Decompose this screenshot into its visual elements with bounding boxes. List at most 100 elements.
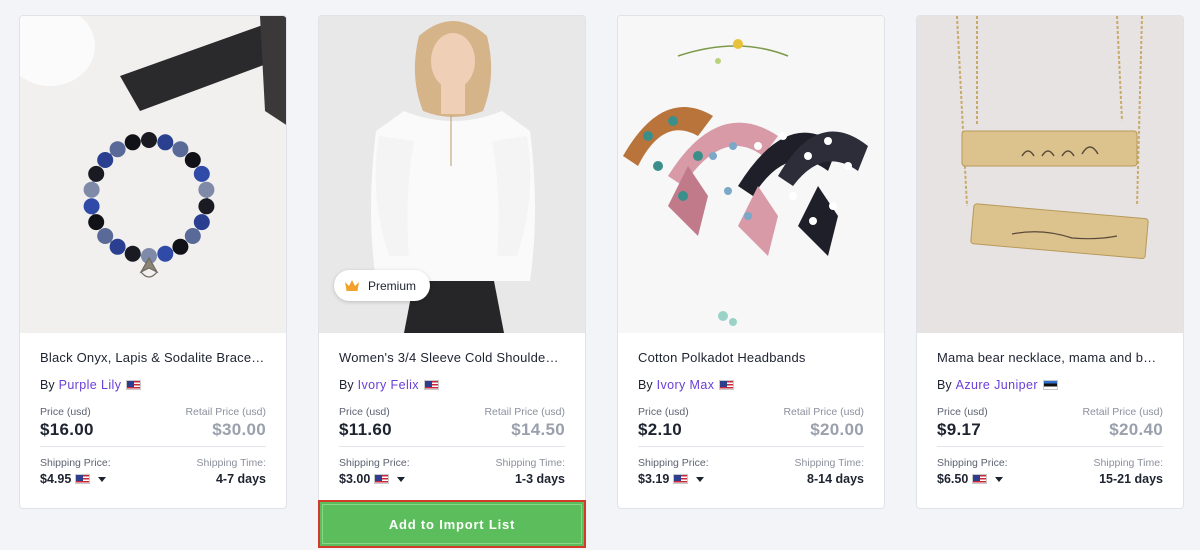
bead [172,238,189,255]
price-label: Price (usd) [40,406,91,418]
divider [937,446,1163,447]
bead [172,141,189,158]
bead [109,141,126,158]
seller-line: By Ivory Max [638,378,864,392]
us-flag-icon [972,474,988,484]
us-flag-icon [75,474,91,484]
divider [339,446,565,447]
shipping-time-value: 1-3 days [514,472,565,486]
bead [193,214,210,231]
retail-price-value: $14.50 [511,420,565,439]
us-flag-icon [126,380,142,390]
bead [184,228,201,244]
product-card[interactable]: Premium Women's 3/4 Sleeve Cold Shoulde…… [318,15,586,509]
shipping-price-label: Shipping Price: [40,457,111,469]
shipping-price-selector[interactable]: $3.00 [339,472,410,486]
shipping-row: Shipping Price: $4.95 Shipping Time: 4-7… [40,457,266,486]
retail-price-label: Retail Price (usd) [185,406,266,418]
us-flag-icon [374,474,390,484]
retail-price-value: $20.00 [810,420,864,439]
price-label: Price (usd) [638,406,689,418]
shipping-time-label: Shipping Time: [196,457,266,469]
shipping-time-value: 4-7 days [215,472,266,486]
product-image-headbands[interactable] [618,16,884,333]
shipping-price-label: Shipping Price: [937,457,1008,469]
shipping-row: Shipping Price: $3.00 Shipping Time: 1-3… [339,457,565,486]
product-title[interactable]: Mama bear necklace, mama and b… [937,350,1163,365]
bead [198,198,215,215]
shipping-time-value: 15-21 days [1099,472,1163,486]
price-row: Price (usd) $16.00 Retail Price (usd) $3… [40,406,266,440]
product-card[interactable]: Black Onyx, Lapis & Sodalite Brace… By P… [19,15,287,509]
price-row: Price (usd) $9.17 Retail Price (usd) $20… [937,406,1163,440]
estonia-flag-icon [1042,380,1058,390]
shipping-time-label: Shipping Time: [1093,457,1163,469]
product-image-bracelet[interactable] [20,16,286,333]
chevron-down-icon[interactable] [995,476,1004,482]
shipping-price-selector[interactable]: $6.50 [937,472,1008,486]
retail-price-label: Retail Price (usd) [1082,406,1163,418]
price-value: $11.60 [339,420,392,439]
divider [40,446,266,447]
bead [198,181,215,198]
shipping-price-selector[interactable]: $3.19 [638,472,709,486]
bead [157,245,174,262]
add-to-import-list-button[interactable]: Add to Import List [318,500,586,548]
seller-link[interactable]: Ivory Felix [358,378,419,392]
shipping-price-label: Shipping Price: [638,457,709,469]
bead [88,214,105,231]
price-label: Price (usd) [339,406,390,418]
seller-line: By Ivory Felix [339,378,565,392]
shipping-row: Shipping Price: $3.19 Shipping Time: 8-1… [638,457,864,486]
seller-line: By Purple Lily [40,378,266,392]
product-image-necklace[interactable] [917,16,1183,333]
shipping-price-label: Shipping Price: [339,457,410,469]
retail-price-label: Retail Price (usd) [783,406,864,418]
shipping-time-label: Shipping Time: [495,457,565,469]
price-row: Price (usd) $11.60 Retail Price (usd) $1… [339,406,565,440]
price-row: Price (usd) $2.10 Retail Price (usd) $20… [638,406,864,440]
bead [124,134,141,151]
bead [83,181,100,198]
shipping-price-selector[interactable]: $4.95 [40,472,111,486]
price-value: $9.17 [937,420,982,439]
product-title[interactable]: Black Onyx, Lapis & Sodalite Brace… [40,350,266,365]
bead [83,198,100,215]
chevron-down-icon[interactable] [696,476,705,482]
bead [124,245,141,262]
bead [88,165,105,182]
us-flag-icon [719,380,735,390]
seller-link[interactable]: Azure Juniper [956,378,1038,392]
premium-badge-label: Premium [368,278,417,293]
premium-badge: Premium [334,270,431,301]
by-label: By [40,378,55,392]
product-card[interactable]: Cotton Polkadot Headbands By Ivory Max P… [617,15,885,509]
product-grid: Black Onyx, Lapis & Sodalite Brace… By P… [19,15,1184,509]
bead [157,134,174,151]
bead [109,238,126,255]
retail-price-value: $20.40 [1109,420,1163,439]
retail-price-label: Retail Price (usd) [484,406,565,418]
shipping-price-value: $3.19 [638,472,670,486]
shipping-time-label: Shipping Time: [794,457,864,469]
shipping-price-value: $6.50 [937,472,969,486]
bead [141,132,157,148]
price-label: Price (usd) [937,406,988,418]
product-title[interactable]: Cotton Polkadot Headbands [638,350,864,365]
shipping-price-value: $3.00 [339,472,371,486]
by-label: By [638,378,653,392]
product-title[interactable]: Women's 3/4 Sleeve Cold Shoulde… [339,350,565,365]
chevron-down-icon[interactable] [397,476,406,482]
seller-link[interactable]: Ivory Max [657,378,715,392]
by-label: By [937,378,952,392]
seller-link[interactable]: Purple Lily [59,378,122,392]
add-to-import-list-label: Add to Import List [388,516,516,532]
shipping-time-value: 8-14 days [807,472,864,486]
us-flag-icon [673,474,689,484]
bead [193,165,210,182]
chevron-down-icon[interactable] [98,476,107,482]
bead [97,228,114,244]
price-value: $16.00 [40,420,94,439]
bead [97,152,114,168]
product-card[interactable]: Mama bear necklace, mama and b… By Azure… [916,15,1184,509]
